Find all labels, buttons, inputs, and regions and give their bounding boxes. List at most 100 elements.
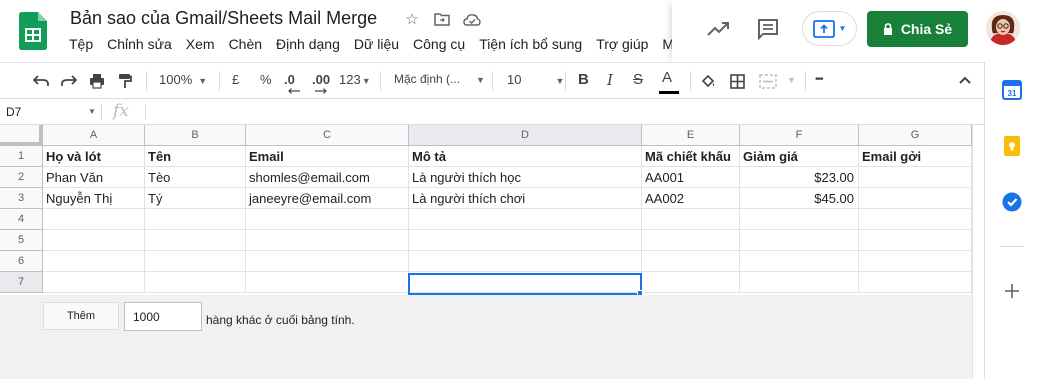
cell-b3[interactable]: Tý [145,188,246,209]
italic-button[interactable]: I [607,71,613,89]
column-header-c[interactable]: C [246,125,409,146]
fill-color-icon[interactable] [700,73,716,89]
row-header-7[interactable]: 7 [0,272,43,293]
row-header-6[interactable]: 6 [0,251,43,272]
cell-f1[interactable]: Giảm giá [740,146,859,167]
menu-format[interactable]: Định dạng [276,36,347,52]
menu-tools[interactable]: Công cụ [413,36,472,52]
keep-icon[interactable] [1004,136,1020,156]
cell-a1[interactable]: Họ và lót [43,146,145,167]
cell-c2[interactable]: shomles@email.com [246,167,409,188]
more-options-button[interactable]: ••• [815,74,823,85]
cell-g1[interactable]: Email gởi [859,146,972,167]
add-rows-button[interactable]: Thêm [43,302,119,330]
cell-f2[interactable]: $23.00 [740,167,859,188]
avatar[interactable] [986,11,1020,45]
increase-decimal-button[interactable]: .00 [312,72,330,87]
font-size-select[interactable]: 10 ▼ [507,72,564,87]
sheets-logo-icon[interactable] [19,12,47,50]
cell-b1[interactable]: Tên [145,146,246,167]
name-box[interactable]: D7 [6,105,21,119]
star-icon[interactable]: ☆ [402,9,422,29]
column-header-a[interactable]: A [43,125,145,146]
collapse-toolbar-icon[interactable] [958,75,972,85]
text-color-button[interactable]: A [662,69,672,86]
merge-cells-icon[interactable] [759,74,777,89]
cell-e2[interactable]: AA001 [642,167,740,188]
select-all-corner[interactable] [0,125,43,146]
cloud-saved-icon[interactable] [462,9,482,29]
menu-edit[interactable]: Chỉnh sửa [107,36,179,52]
undo-icon[interactable] [33,74,49,88]
cell-e4[interactable] [642,209,740,230]
borders-icon[interactable] [730,74,745,89]
menu-insert[interactable]: Chèn [229,36,269,52]
column-header-f[interactable]: F [740,125,859,146]
cell-e6[interactable] [642,251,740,272]
menu-help[interactable]: Trợ giúp [596,36,655,52]
cell-b5[interactable] [145,230,246,251]
vertical-scrollbar[interactable] [972,125,984,379]
cell-d1[interactable]: Mô tả [409,146,642,167]
font-family-select[interactable]: Mặc định (... ▼ [394,72,485,86]
cell-b6[interactable] [145,251,246,272]
cell-a4[interactable] [43,209,145,230]
menu-view[interactable]: Xem [186,36,222,52]
cell-d4[interactable] [409,209,642,230]
cell-g3[interactable] [859,188,972,209]
cell-c1[interactable]: Email [246,146,409,167]
row-header-1[interactable]: 1 [0,146,43,167]
redo-icon[interactable] [61,74,77,88]
rows-count-input[interactable] [124,302,202,331]
column-header-g[interactable]: G [859,125,972,146]
cell-b7[interactable] [145,272,246,293]
column-header-d[interactable]: D [409,125,642,146]
present-button[interactable]: ▼ [802,11,857,46]
strikethrough-button[interactable]: S [633,71,643,88]
cell-c7[interactable] [246,272,409,293]
zoom-select[interactable]: 100% ▼ [159,72,207,87]
cell-b4[interactable] [145,209,246,230]
bold-button[interactable]: B [578,71,589,88]
comment-icon[interactable] [757,18,779,40]
row-header-4[interactable]: 4 [0,209,43,230]
cell-g2[interactable] [859,167,972,188]
cell-a7[interactable] [43,272,145,293]
cell-d3[interactable]: Là người thích chơi [409,188,642,209]
cell-a5[interactable] [43,230,145,251]
menu-file[interactable]: Tệp [69,36,100,52]
cell-e7[interactable] [642,272,740,293]
cell-c4[interactable] [246,209,409,230]
cell-f4[interactable] [740,209,859,230]
add-addon-icon[interactable] [1005,284,1019,298]
paint-format-icon[interactable] [118,73,132,89]
cell-e1[interactable]: Mã chiết khấu [642,146,740,167]
cell-c6[interactable] [246,251,409,272]
cell-f6[interactable] [740,251,859,272]
trending-activity-icon[interactable] [706,19,730,39]
cell-f5[interactable] [740,230,859,251]
cell-a3[interactable]: Nguyễn Thị [43,188,145,209]
cell-e5[interactable] [642,230,740,251]
share-button[interactable]: Chia Sẻ [867,11,968,47]
cell-f7[interactable] [740,272,859,293]
cell-g4[interactable] [859,209,972,230]
document-title[interactable]: Bản sao của Gmail/Sheets Mail Merge [70,8,377,29]
more-formats-select[interactable]: 123▼ [339,72,371,87]
cell-b2[interactable]: Tèo [145,167,246,188]
decrease-decimal-button[interactable]: .0 [284,72,295,87]
cell-a6[interactable] [43,251,145,272]
cell-g6[interactable] [859,251,972,272]
cell-d2[interactable]: Là người thích học [409,167,642,188]
cell-d6[interactable] [409,251,642,272]
column-header-e[interactable]: E [642,125,740,146]
calendar-icon[interactable]: 31 [1002,80,1022,100]
percent-format-button[interactable]: % [260,72,272,87]
menu-data[interactable]: Dữ liệu [354,36,406,52]
cell-e3[interactable]: AA002 [642,188,740,209]
cell-g5[interactable] [859,230,972,251]
row-header-3[interactable]: 3 [0,188,43,209]
currency-format-button[interactable]: £ [232,72,239,87]
cell-c5[interactable] [246,230,409,251]
tasks-icon[interactable] [1002,192,1022,212]
